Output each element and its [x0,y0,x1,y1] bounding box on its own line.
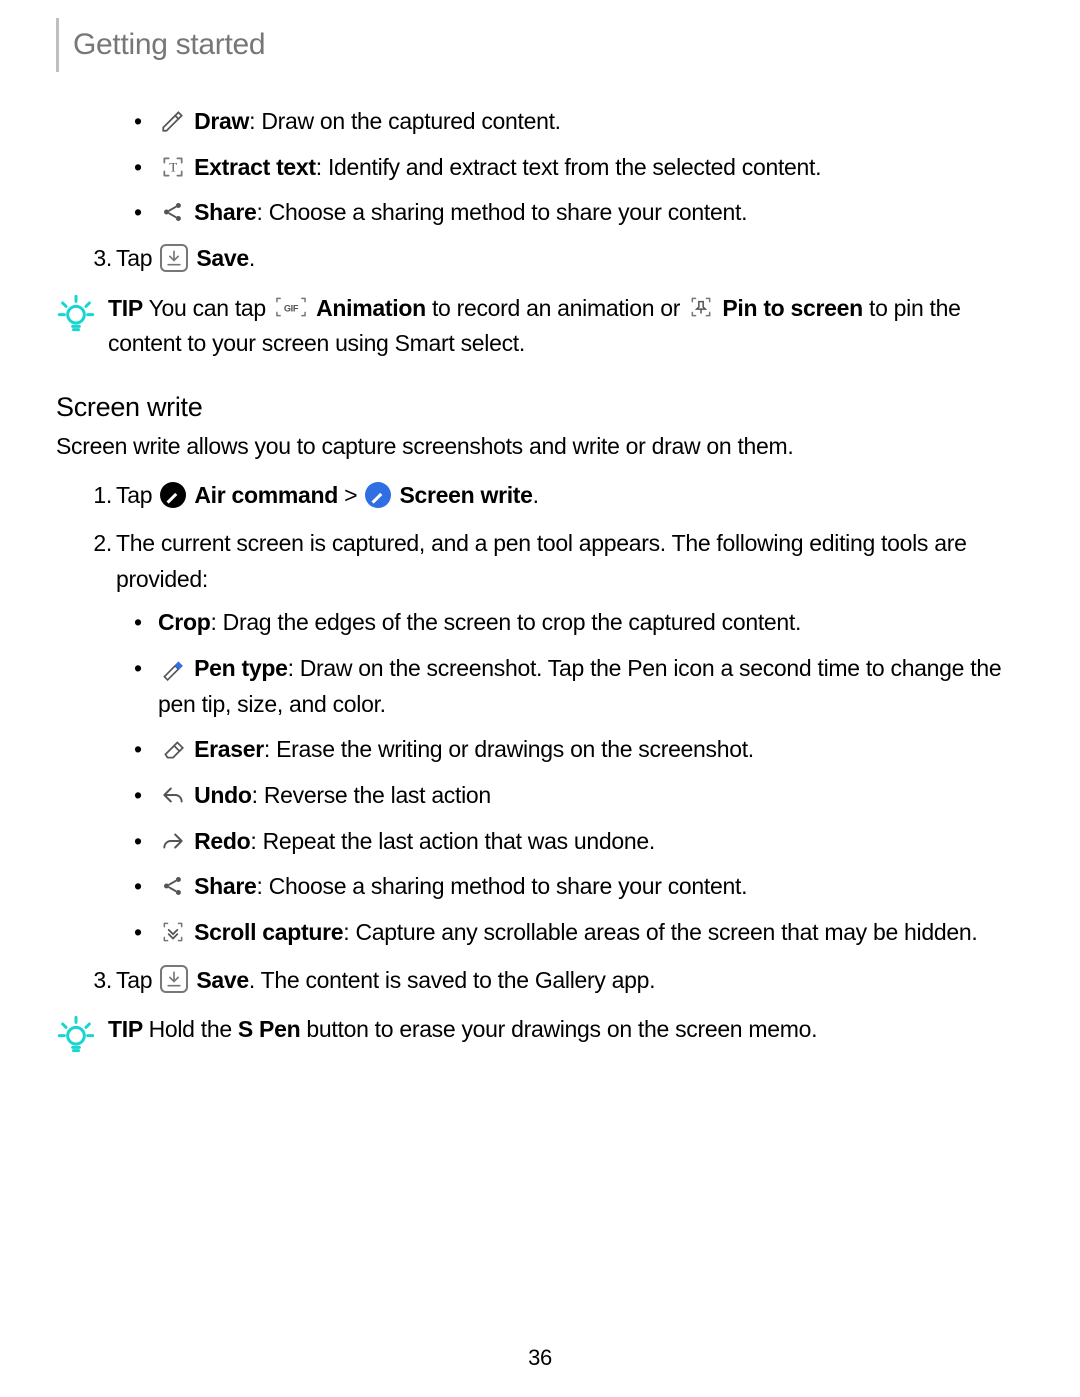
tip-callout-2: TIP Hold the S Pen button to erase your … [56,1012,1024,1054]
page-header: Getting started [56,0,1024,96]
section-paragraph: Screen write allows you to capture scree… [56,429,1024,465]
tip2-t2: button to erase your drawings on the scr… [300,1016,817,1042]
pencil-icon [160,108,186,134]
scroll-capture-icon [160,919,186,945]
bullet-label: Share [194,873,256,899]
lightbulb-icon [56,1014,96,1054]
header-divider [56,18,59,72]
bullet-share-2: Share: Choose a sharing method to share … [158,869,1024,905]
page-number: 36 [0,1345,1080,1371]
bullet-undo: Undo: Reverse the last action [158,778,1024,814]
bullet-label: Pen type [194,655,287,681]
save-label: Save [196,967,249,993]
bullet-scroll-capture: Scroll capture: Capture any scrollable a… [158,915,1024,951]
save-label: Save [196,245,249,271]
tip-text: TIP Hold the S Pen button to erase your … [108,1012,1024,1048]
sw3-tap: Tap [116,967,158,993]
bullet-label: Redo [194,828,250,854]
bullet-eraser: Eraser: Erase the writing or drawings on… [158,732,1024,768]
step-text: Tap [116,245,158,271]
bullet-label: Scroll capture [194,919,343,945]
spen-label: S Pen [238,1016,300,1042]
bullet-desc: : Capture any scrollable areas of the sc… [343,919,977,945]
step-3-top: 3. Tap Save. [116,241,1024,277]
bullet-label: Crop [158,609,210,635]
pin-to-screen-icon [688,294,714,320]
section-heading-screen-write: Screen write [56,392,1024,423]
sw1-gt: > [338,482,363,508]
bullet-label: Draw [194,108,249,134]
bullet-share: Share: Choose a sharing method to share … [158,195,1024,231]
screen-write-icon [365,482,391,508]
page: Getting started Draw: Draw on the captur… [0,0,1080,1397]
download-icon [160,244,188,272]
step-number: 2. [84,526,112,562]
extract-text-icon: T [160,154,186,180]
sw3-tail: . The content is saved to the Gallery ap… [249,967,655,993]
top-bullet-list: Draw: Draw on the captured content. T Ex… [116,104,1024,231]
undo-icon [160,782,186,808]
tip-t2: to record an animation or [426,295,686,321]
bullet-label: Extract text [194,154,316,180]
pen-type-icon [160,655,186,681]
air-command-icon [160,482,186,508]
step-number: 3. [84,241,112,277]
bullet-desc: : Erase the writing or drawings on the s… [264,736,754,762]
tip-label: TIP [108,295,149,321]
sw1-tail: . [533,482,539,508]
share-icon [160,873,186,899]
tip2-t1: Hold the [149,1016,238,1042]
download-icon [160,965,188,993]
sw2-bullets: Crop: Drag the edges of the screen to cr… [116,605,1024,950]
share-icon [160,199,186,225]
bullet-desc: : Choose a sharing method to share your … [257,199,748,225]
step-list-top: Draw: Draw on the captured content. T Ex… [56,104,1024,277]
bullet-desc: : Reverse the last action [252,782,491,808]
svg-text:GIF: GIF [284,304,299,314]
bullet-redo: Redo: Repeat the last action that was un… [158,824,1024,860]
pin-label: Pin to screen [722,295,863,321]
sw-step-2: 2. The current screen is captured, and a… [116,526,1024,950]
bullet-draw: Draw: Draw on the captured content. [158,104,1024,140]
bullet-pen-type: Pen type: Draw on the screenshot. Tap th… [158,651,1024,722]
bullet-crop: Crop: Drag the edges of the screen to cr… [158,605,1024,641]
bullet-desc: : Drag the edges of the screen to crop t… [210,609,801,635]
sw-step-3: 3. Tap Save. The content is saved to the… [116,963,1024,999]
sw1-tap: Tap [116,482,158,508]
bullet-desc: : Draw on the captured content. [249,108,561,134]
tip-label: TIP [108,1016,149,1042]
screen-write-label: Screen write [399,482,532,508]
bullet-desc: : Repeat the last action that was undone… [250,828,655,854]
sw-step-1: 1. Tap Air command > Screen write. [116,478,1024,514]
bullet-desc: : Identify and extract text from the sel… [316,154,821,180]
bullet-extract-text: T Extract text: Identify and extract tex… [158,150,1024,186]
bullet-label: Share [194,199,256,225]
air-command-label: Air command [194,482,338,508]
bullet-label: Undo [194,782,252,808]
animation-label: Animation [316,295,426,321]
eraser-icon [160,736,186,762]
step-tail: . [249,245,255,271]
tip-text: TIP You can tap GIF Animation to record … [108,291,1024,362]
tip-t1: You can tap [149,295,272,321]
bullet-label: Eraser [194,736,264,762]
screen-write-steps: 1. Tap Air command > Screen write. 2. Th… [56,478,1024,998]
step-number: 1. [84,478,112,514]
implicit-step: Draw: Draw on the captured content. T Ex… [116,104,1024,231]
lightbulb-icon [56,293,96,333]
redo-icon [160,828,186,854]
svg-text:T: T [169,159,177,174]
tip-callout-1: TIP You can tap GIF Animation to record … [56,291,1024,362]
sw2-text: The current screen is captured, and a pe… [116,530,967,592]
bullet-desc: : Choose a sharing method to share your … [257,873,748,899]
gif-icon: GIF [274,294,308,320]
step-number: 3. [84,963,112,999]
page-title: Getting started [73,28,265,62]
